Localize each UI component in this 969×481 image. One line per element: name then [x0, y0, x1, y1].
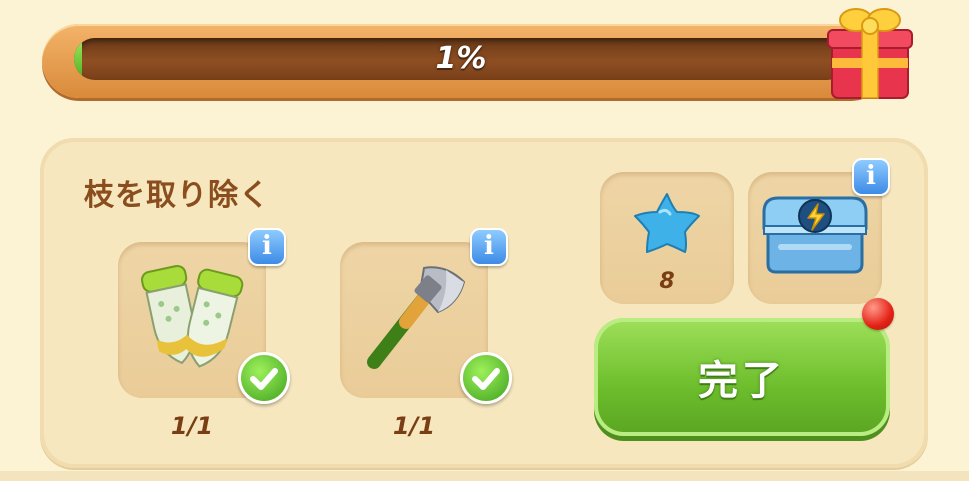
progress-bar: 1% — [42, 24, 888, 98]
complete-button[interactable]: 完了 — [594, 318, 890, 436]
check-icon — [460, 352, 512, 404]
progress-percent: 1% — [435, 41, 487, 76]
requirement-slot-axe[interactable]: i — [340, 228, 512, 404]
energy-chest-icon — [762, 196, 868, 274]
task-panel: 枝を取り除く i 1/1 i 1/1 8 i 完了 — [40, 138, 928, 468]
task-title: 枝を取り除く — [84, 178, 270, 213]
notification-dot — [862, 298, 894, 330]
requirement-count: 1/1 — [170, 412, 214, 440]
info-button[interactable]: i — [470, 228, 508, 266]
reward-count: 8 — [659, 269, 675, 294]
blue-star-icon — [634, 193, 700, 253]
info-button[interactable]: i — [248, 228, 286, 266]
complete-button-label: 完了 — [698, 358, 786, 404]
check-icon — [238, 352, 290, 404]
gift-box-icon[interactable] — [826, 6, 914, 102]
requirement-slot-gloves[interactable]: i — [118, 228, 290, 404]
progress-track: 1% — [74, 38, 848, 80]
gloves-icon — [140, 264, 244, 368]
axe-icon — [367, 266, 466, 369]
reward-slot-star[interactable]: 8 — [600, 172, 734, 304]
reward-slot-chest[interactable]: i — [748, 158, 890, 304]
requirement-count: 1/1 — [392, 412, 436, 440]
info-button[interactable]: i — [852, 158, 890, 196]
bottom-strip — [0, 471, 969, 481]
